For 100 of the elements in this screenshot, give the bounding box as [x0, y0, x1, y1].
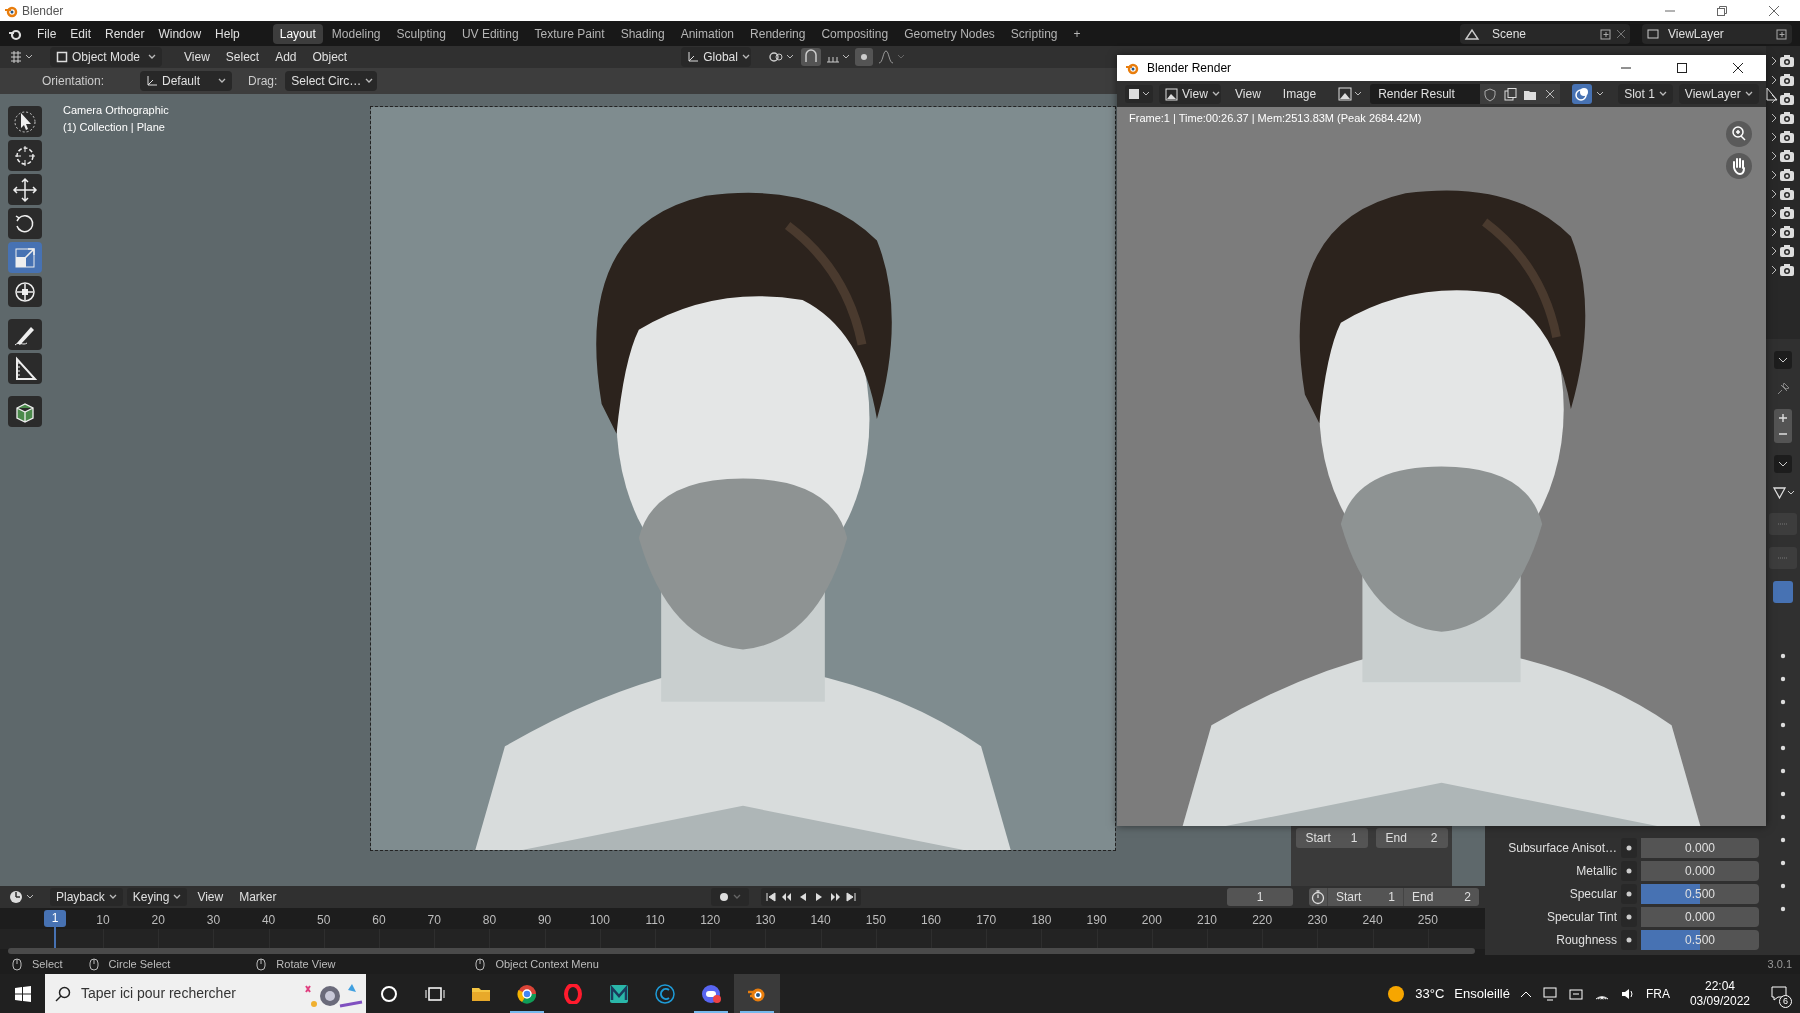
- language-indicator[interactable]: FRA: [1645, 984, 1670, 1003]
- workspace-tab[interactable]: Compositing: [814, 23, 896, 44]
- property-slider[interactable]: 0.000: [1641, 906, 1759, 927]
- camera-icon[interactable]: [1779, 244, 1795, 258]
- hand-icon[interactable]: [1726, 153, 1752, 179]
- orientation-dropdown[interactable]: Default: [140, 71, 232, 91]
- workspace-tab[interactable]: Shading: [613, 23, 672, 44]
- start-frame-field[interactable]: Start 1: [1295, 828, 1368, 848]
- mode-dropdown[interactable]: Object Mode: [50, 47, 162, 67]
- menu-item[interactable]: Window: [151, 23, 209, 44]
- next-keyframe-icon[interactable]: [828, 891, 841, 903]
- decorator-dot-icon[interactable]: [1780, 653, 1786, 659]
- display-icon[interactable]: [1541, 985, 1558, 1002]
- property-slider[interactable]: 0.500: [1641, 883, 1759, 904]
- end-frame-field[interactable]: End 2: [1403, 888, 1479, 906]
- camera-icon[interactable]: [1779, 130, 1795, 144]
- workspace-tab[interactable]: Modeling: [324, 23, 388, 44]
- menu-item[interactable]: Playback: [50, 888, 123, 906]
- scrollbar[interactable]: [8, 948, 1475, 954]
- decorator-dot-icon[interactable]: [1780, 837, 1786, 843]
- menu-item[interactable]: Marker: [233, 888, 283, 906]
- view-dropdown[interactable]: View: [1159, 84, 1221, 104]
- stopwatch-icon[interactable]: [1309, 889, 1327, 905]
- chevron-down-icon[interactable]: [1774, 351, 1792, 369]
- workspace-tab[interactable]: Sculpting: [389, 23, 453, 44]
- menu-item[interactable]: Image: [1274, 85, 1325, 103]
- workspace-tab[interactable]: Scripting: [1003, 23, 1065, 44]
- menu-item[interactable]: Select: [219, 48, 266, 66]
- camera-icon[interactable]: [1779, 54, 1795, 68]
- pin-icon[interactable]: [1775, 381, 1791, 397]
- scene-selector[interactable]: Scene: [1460, 23, 1630, 44]
- editor-type-icon[interactable]: [1125, 85, 1153, 103]
- menu-item[interactable]: View: [178, 48, 216, 66]
- zoom-icon[interactable]: [1726, 121, 1752, 147]
- zoom-buttons-icon[interactable]: [1774, 409, 1792, 443]
- camera-icon[interactable]: [1779, 92, 1795, 106]
- editor-type-icon[interactable]: [8, 49, 34, 65]
- workspace-tab[interactable]: Geometry Nodes: [897, 23, 1002, 44]
- slot-dropdown[interactable]: Slot 1: [1618, 84, 1673, 104]
- maximize-icon[interactable]: [1676, 62, 1688, 74]
- workspace-tab[interactable]: Rendering: [743, 23, 813, 44]
- restore-icon[interactable]: [1716, 4, 1728, 17]
- jump-end-icon[interactable]: [844, 891, 857, 903]
- workspace-tab[interactable]: Animation: [673, 23, 742, 44]
- proportional-edit-icon[interactable]: [855, 48, 874, 66]
- menu-item[interactable]: Edit: [63, 23, 99, 44]
- camera-icon[interactable]: [1779, 111, 1795, 125]
- property-slider[interactable]: 0.000: [1641, 860, 1759, 881]
- sun-icon[interactable]: [1387, 984, 1406, 1003]
- workspace-tab[interactable]: Texture Paint: [527, 23, 612, 44]
- camera-icon[interactable]: [1779, 206, 1795, 220]
- decorator-dot-icon[interactable]: [1780, 906, 1786, 912]
- property-slider[interactable]: 0.000: [1641, 837, 1759, 858]
- camera-icon[interactable]: [1779, 168, 1795, 182]
- blender-app-button[interactable]: [734, 974, 780, 1013]
- start-icon[interactable]: [13, 984, 32, 1003]
- view-layer-selector[interactable]: ViewLayer: [1642, 23, 1792, 44]
- decorator-dot-icon[interactable]: [1780, 699, 1786, 705]
- shield-icon[interactable]: [1483, 86, 1498, 102]
- camera-icon[interactable]: [1779, 225, 1795, 239]
- menu-item[interactable]: Object: [306, 48, 354, 66]
- decorator-dot-icon[interactable]: [1780, 791, 1786, 797]
- camera-icon[interactable]: [1779, 263, 1795, 277]
- orientation-dropdown[interactable]: Global: [681, 47, 752, 67]
- camera-icon[interactable]: [1779, 187, 1795, 201]
- playhead-frame[interactable]: 1: [44, 910, 66, 927]
- menu-item[interactable]: Render: [98, 23, 152, 44]
- decorator-dot-icon[interactable]: [1780, 883, 1786, 889]
- menu-item[interactable]: Help: [208, 23, 247, 44]
- menu-item[interactable]: File: [30, 23, 64, 44]
- transform-tool-button[interactable]: [8, 276, 42, 307]
- menu-item[interactable]: Keying: [126, 888, 188, 906]
- new-scene-icon[interactable]: [1600, 27, 1612, 40]
- decorator-dot-icon[interactable]: [1780, 860, 1786, 866]
- new-layer-icon[interactable]: [1776, 27, 1788, 40]
- property-slider[interactable]: 0.500: [1641, 929, 1759, 950]
- cube-tool-button[interactable]: [8, 396, 42, 427]
- search-box[interactable]: Taper ici pour rechercher: [45, 974, 366, 1013]
- annotate-tool-button[interactable]: [8, 319, 42, 350]
- menu-item[interactable]: View: [191, 888, 230, 906]
- camera-icon[interactable]: [1779, 73, 1795, 87]
- decorator-dot-icon[interactable]: [1780, 745, 1786, 751]
- end-frame-field[interactable]: End 2: [1375, 828, 1448, 848]
- camera-icon[interactable]: [1779, 149, 1795, 163]
- jump-start-icon[interactable]: [764, 891, 777, 903]
- workspace-tab[interactable]: +: [1066, 23, 1088, 44]
- start-frame-field[interactable]: Start 1: [1327, 888, 1403, 906]
- chevron-down-icon[interactable]: [1774, 455, 1792, 473]
- snap-icon[interactable]: [801, 48, 822, 66]
- decorator-dot-icon[interactable]: [1780, 676, 1786, 682]
- decorator-dot-icon[interactable]: [1780, 814, 1786, 820]
- workspace-tab[interactable]: Layout: [272, 23, 323, 44]
- duplicate-icon[interactable]: [1503, 86, 1518, 102]
- workspace-tab[interactable]: UV Editing: [454, 23, 526, 44]
- temperature-text[interactable]: 33°C: [1415, 983, 1445, 1004]
- view-layer-dropdown[interactable]: ViewLayer: [1678, 84, 1759, 104]
- menu-item[interactable]: View: [1227, 85, 1269, 103]
- filter-icon[interactable]: [1771, 485, 1795, 501]
- cursor-tool-button[interactable]: [8, 140, 42, 171]
- clock[interactable]: 22:04 03/09/2022: [1689, 978, 1750, 1009]
